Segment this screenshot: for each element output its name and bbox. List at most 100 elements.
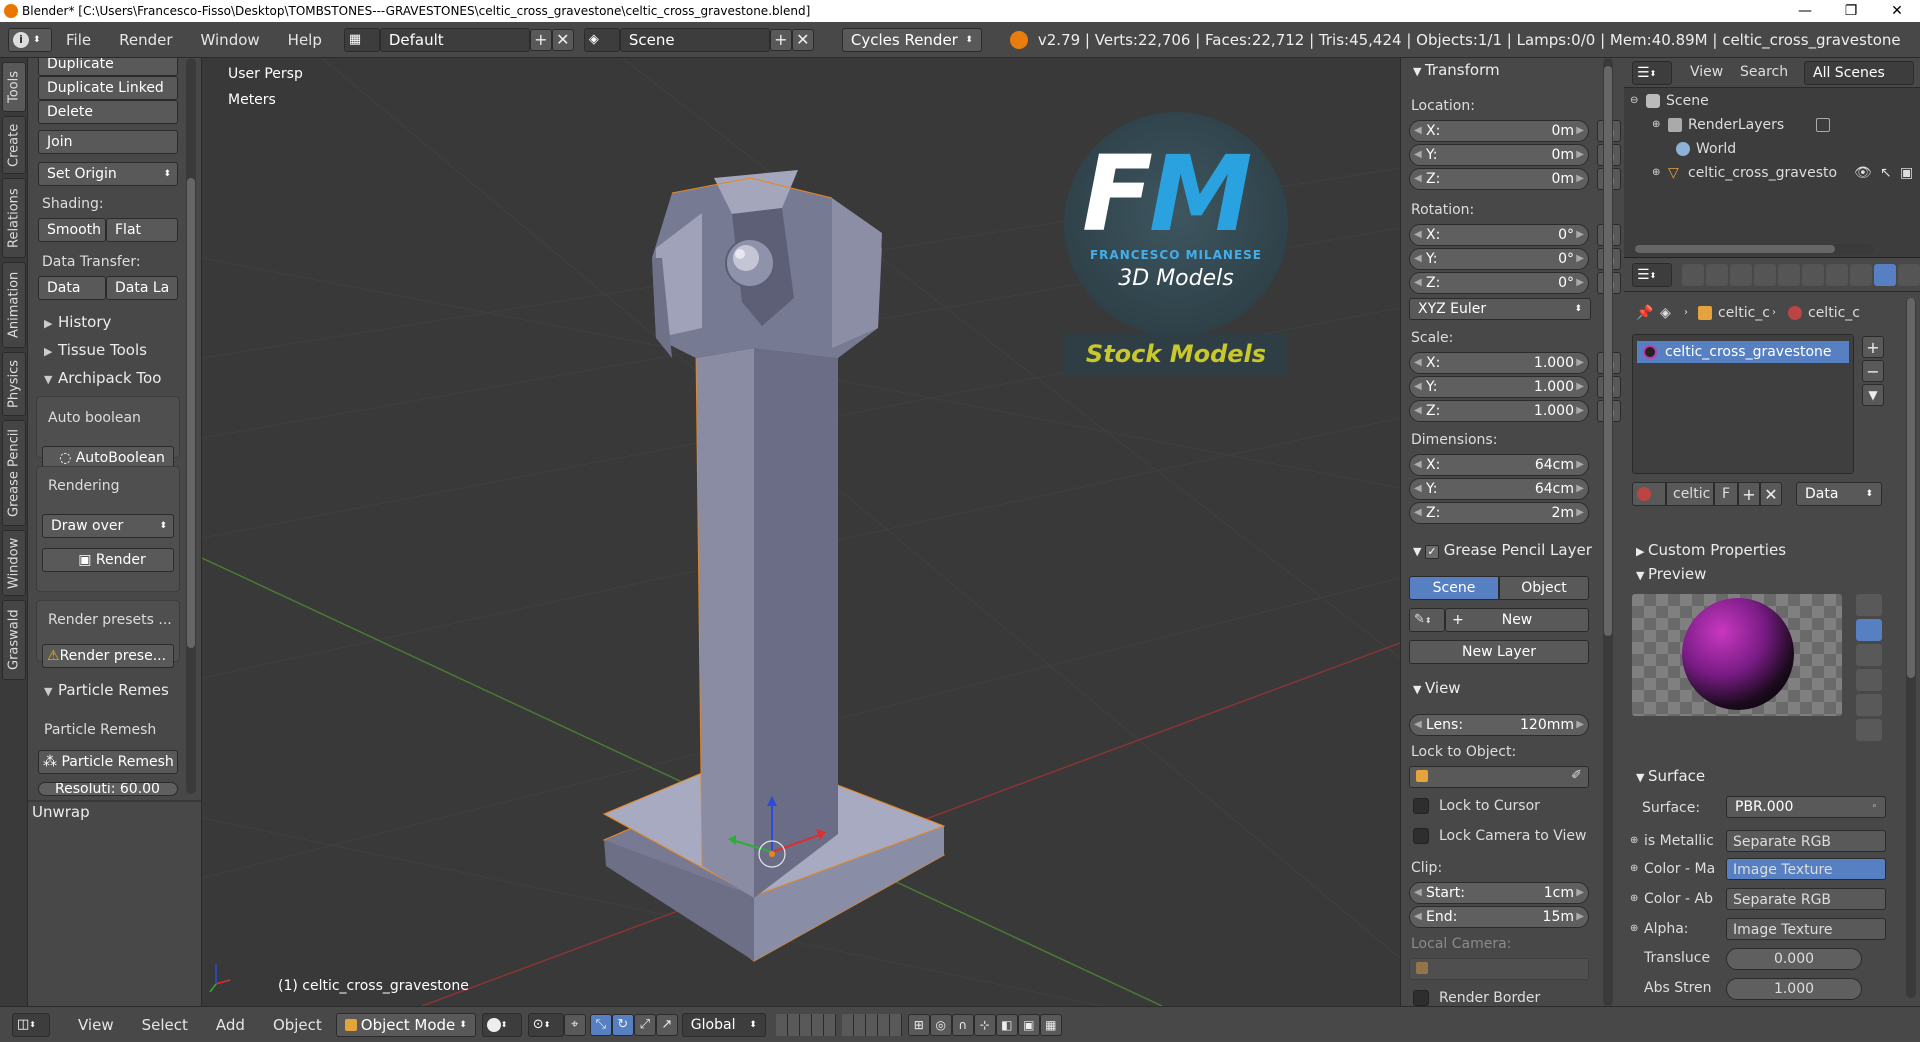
join-button[interactable]: Join	[38, 130, 178, 154]
input-row-is-metallic[interactable]: ⊕ is Metallic Separate RGB	[1624, 830, 1904, 852]
flat-button[interactable]: Flat	[106, 218, 178, 242]
outliner-editor-type[interactable]: ☰ ⬍	[1632, 61, 1672, 85]
particle-remesh-button[interactable]: ⁂ Particle Remesh	[38, 750, 178, 774]
pin-icon[interactable]: 📌	[1636, 302, 1653, 324]
render-presets-button[interactable]: ⚠Render prese...	[42, 644, 174, 668]
outliner-row-object[interactable]: ⊕ ▽ celtic_cross_gravestone 👁 ↖ ▣	[1624, 162, 1920, 184]
flat-preview-icon[interactable]	[1856, 594, 1882, 616]
tab-create[interactable]: Create	[2, 116, 26, 174]
history-panel-header[interactable]: ▶ History	[34, 310, 198, 334]
pivot-point-select[interactable]: ⊙ ⬍	[527, 1012, 564, 1037]
input-link-select[interactable]: Image Texture	[1726, 858, 1886, 880]
menu-render[interactable]: Render	[105, 31, 186, 49]
properties-editor-type[interactable]: ☰ ⬍	[1632, 263, 1672, 287]
tab-object[interactable]: Object	[1499, 576, 1589, 600]
tab-grease-pencil[interactable]: Grease Pencil	[2, 420, 26, 526]
close-button[interactable]: ✕	[1874, 0, 1920, 22]
editor-type-button[interactable]: i ⬍	[8, 27, 52, 52]
scale-manipulator-icon[interactable]: ⤢	[633, 1013, 656, 1036]
dimensions-z-field[interactable]: ◀ Z: 2m ▶	[1409, 502, 1589, 524]
mode-select[interactable]: Object Mode ⬍	[335, 1012, 476, 1037]
screen-layout-field[interactable]: Default	[379, 27, 530, 52]
layers-grid-1[interactable]	[775, 1013, 836, 1036]
celtic-cross-model[interactable]	[602, 170, 946, 962]
expand-icon[interactable]: ⊕	[1652, 114, 1660, 136]
lens-field[interactable]: ◀ Lens: 120mm ▶	[1409, 714, 1589, 736]
snap-toggle-icon[interactable]: ∩	[951, 1013, 974, 1036]
input-row-color-ab[interactable]: ⊕ Color - Ab Separate RGB	[1624, 888, 1904, 910]
transluce-slider[interactable]: 0.000	[1726, 948, 1862, 970]
opengl-render-icon[interactable]: ▣	[1017, 1013, 1040, 1036]
menu-view[interactable]: View	[64, 1016, 128, 1034]
scroll-thumb[interactable]	[1907, 298, 1915, 678]
sphere-preview-icon[interactable]	[1856, 619, 1882, 641]
scale-arrows-icon[interactable]: ↗	[655, 1013, 678, 1036]
object-tab-icon[interactable]	[1778, 264, 1800, 286]
manipulator-toggle-icon[interactable]: ⌖	[563, 1013, 586, 1036]
smooth-button[interactable]: Smooth	[38, 218, 106, 242]
render-border-checkbox[interactable]	[1413, 990, 1429, 1006]
world-preview-icon[interactable]	[1856, 719, 1882, 741]
new-material-button[interactable]: +	[1738, 482, 1760, 506]
rotation-mode-select[interactable]: XYZ Euler ⬍	[1409, 298, 1591, 320]
scene-tab-icon[interactable]	[1730, 264, 1752, 286]
add-material-slot-button[interactable]: +	[1862, 336, 1884, 358]
outliner-row-scene[interactable]: ⊖ Scene	[1624, 90, 1920, 112]
render-engine-select[interactable]: Cycles Render ⬍	[841, 27, 982, 52]
custom-properties-header[interactable]: ▶ Custom Properties	[1630, 538, 1840, 562]
menu-window[interactable]: Window	[187, 31, 274, 49]
rotate-manipulator-icon[interactable]: ↻	[611, 1013, 634, 1036]
remove-scene-button[interactable]: ✕	[791, 28, 814, 51]
expand-icon[interactable]: ⊕	[1630, 888, 1638, 910]
3d-viewport[interactable]: User Persp Meters FM FRANCESCO MILANESE …	[202, 58, 1400, 1006]
render-layers-tab-icon[interactable]	[1706, 264, 1728, 286]
lock-object-field[interactable]: ✐	[1409, 766, 1589, 788]
surface-shader-select[interactable]: PBR.000 ◦	[1726, 796, 1886, 818]
translate-manipulator-icon[interactable]: ⤡	[589, 1013, 612, 1036]
outliner-h-scrollbar[interactable]	[1634, 244, 1874, 254]
constraints-tab-icon[interactable]	[1802, 264, 1824, 286]
set-origin-dropdown[interactable]: Set Origin ⬍	[38, 162, 178, 186]
outliner-menu-view[interactable]: View	[1690, 64, 1723, 80]
material-tab-icon[interactable]	[1874, 264, 1896, 286]
snap-target-icon[interactable]: ◧	[995, 1013, 1018, 1036]
rotation-x-field[interactable]: ◀ X: 0° ▶	[1409, 224, 1589, 246]
location-y-field[interactable]: ◀ Y: 0m ▶	[1409, 144, 1589, 166]
dimensions-x-field[interactable]: ◀ X: 64cm ▶	[1409, 454, 1589, 476]
input-link-select[interactable]: Separate RGB	[1726, 830, 1886, 852]
rotation-z-field[interactable]: ◀ Z: 0° ▶	[1409, 272, 1589, 294]
opengl-animation-icon[interactable]: ▦	[1039, 1013, 1062, 1036]
pencil-dropdown[interactable]: ✎⬍	[1409, 608, 1445, 632]
scroll-thumb[interactable]	[187, 178, 195, 648]
menu-object[interactable]: Object	[259, 1016, 336, 1034]
tool-shelf-scrollbar[interactable]	[186, 58, 196, 794]
render-layers-toggle-icon[interactable]	[1816, 118, 1830, 132]
collapse-icon[interactable]: ⊖	[1630, 90, 1638, 112]
location-z-field[interactable]: ◀ Z: 0m ▶	[1409, 168, 1589, 190]
viewport-shading-select[interactable]: ⬍	[481, 1012, 522, 1037]
viewport-editor-type[interactable]: ◫ ⬍	[12, 1012, 50, 1037]
snap-element-icon[interactable]: ⊹	[973, 1013, 996, 1036]
input-row-color-ma[interactable]: ⊕ Color - Ma Image Texture	[1624, 858, 1904, 880]
rotation-y-field[interactable]: ◀ Y: 0° ▶	[1409, 248, 1589, 270]
hair-preview-icon[interactable]	[1856, 694, 1882, 716]
remove-screen-button[interactable]: ✕	[551, 28, 574, 51]
preview-header[interactable]: ▼ Preview	[1630, 562, 1840, 586]
draw-over-dropdown[interactable]: Draw over ⬍	[42, 514, 174, 538]
material-slot-list[interactable]: celtic_cross_gravestone	[1632, 334, 1854, 474]
data-tab-icon[interactable]	[1850, 264, 1872, 286]
new-grease-pencil-button[interactable]: + New	[1445, 608, 1589, 632]
properties-scrollbar[interactable]	[1906, 298, 1916, 998]
layer-lock-icon[interactable]: ⊞	[907, 1013, 930, 1036]
expand-icon[interactable]: ⊕	[1630, 918, 1638, 940]
render-tab-icon[interactable]	[1682, 264, 1704, 286]
material-name-field[interactable]: celtic	[1666, 482, 1714, 506]
resolution-field[interactable]: Resoluti: 60.00	[38, 782, 178, 796]
archipack-panel-header[interactable]: ▼ Archipack Too	[34, 366, 198, 390]
eyedropper-icon[interactable]: ✐	[1571, 768, 1582, 783]
checkbox-checked-icon[interactable]: ✓	[1424, 545, 1439, 559]
clip-start-field[interactable]: ◀ Start: 1cm ▶	[1409, 882, 1589, 904]
input-link-select[interactable]: Separate RGB	[1726, 888, 1886, 910]
unwrap-panel-header[interactable]: ▼Unwrap	[28, 800, 172, 824]
expand-icon[interactable]: ⊕	[1630, 858, 1638, 880]
